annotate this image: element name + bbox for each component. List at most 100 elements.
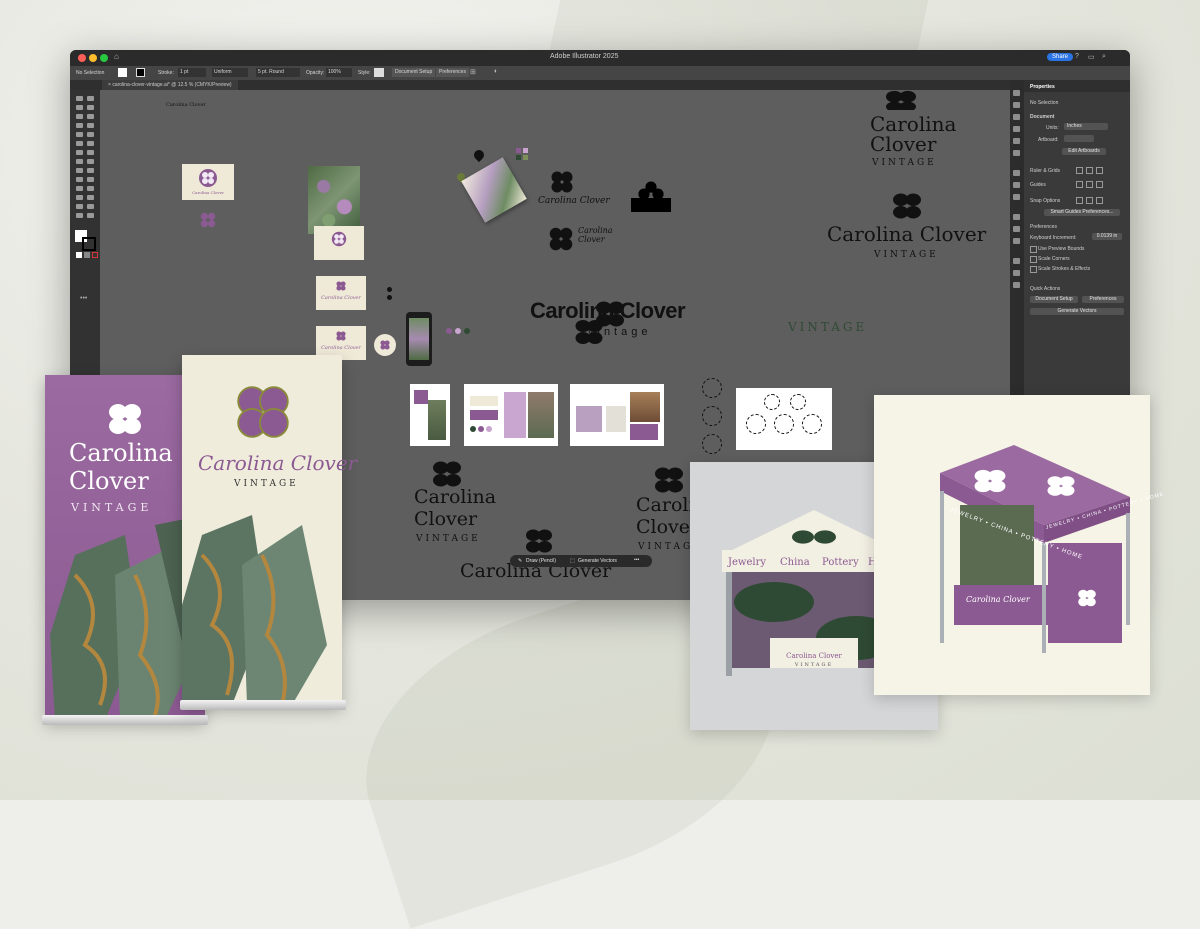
scale-corners-checkbox[interactable] [1030,256,1037,263]
pencil-icon[interactable]: ✎ [518,558,522,564]
edit-artboards-button[interactable]: Edit Artboards [1062,148,1106,155]
small-logo-card[interactable] [314,226,364,260]
help-icon[interactable]: ? [1075,53,1079,60]
close-window-button[interactable] [78,54,86,62]
gradient-tool-icon[interactable] [87,177,94,182]
pixel-grid-toggle-icon[interactable] [1096,167,1103,174]
selection-tool-icon[interactable] [76,96,83,101]
document-tab[interactable]: × carolina-clover-vintage.ai* @ 12.5 % (… [102,80,238,90]
shaper-tool-icon[interactable] [76,141,83,146]
recolor-icon[interactable]: ◐ [494,68,498,75]
ruler-toggle-icon[interactable] [1076,167,1083,174]
minimize-window-button[interactable] [89,54,97,62]
more-options-icon[interactable]: ••• [634,557,639,563]
share-button[interactable]: Share [1047,53,1074,61]
snap-to-point-icon[interactable] [1076,197,1083,204]
transform-panel-icon[interactable] [1013,282,1020,288]
small-logo-card[interactable]: Carolina Clover [316,276,366,310]
stroke-weight-field[interactable]: 1 pt [178,68,206,77]
graphic-styles-panel-icon[interactable] [1013,150,1020,156]
maximize-window-button[interactable] [100,54,108,62]
preferences-button[interactable]: Preferences [436,68,469,77]
perspective-grid-tool-icon[interactable] [87,168,94,173]
lasso-tool-icon[interactable] [87,105,94,110]
blend-tool-icon[interactable] [87,186,94,191]
more-tools-icon[interactable]: ••• [80,295,87,302]
snap-to-pixel-icon[interactable] [1096,197,1103,204]
rectangle-tool-icon[interactable] [76,132,83,137]
line-tool-icon[interactable] [87,123,94,128]
opacity-field[interactable]: 100% [326,68,352,77]
home-icon[interactable]: ⌂ [114,52,119,61]
magic-wand-tool-icon[interactable] [76,105,83,110]
generate-vectors-icon[interactable]: ⬚ [570,558,575,564]
grid-toggle-icon[interactable] [1086,167,1093,174]
round-badge[interactable] [374,334,396,356]
swatches-panel-icon[interactable] [1013,114,1020,120]
variable-width-dropdown[interactable]: Uniform [212,68,248,77]
shape-builder-tool-icon[interactable] [76,168,83,173]
transparency-panel-icon[interactable] [1013,194,1020,200]
fill-swatch[interactable] [118,68,127,77]
floral-photo-pattern[interactable] [308,166,360,234]
stroke-swatch[interactable] [136,68,145,77]
rotate-tool-icon[interactable] [76,150,83,155]
curvature-tool-icon[interactable] [87,114,94,119]
generate-vectors-button[interactable]: Generate Vectors [578,558,617,564]
graph-tool-icon[interactable] [87,195,94,200]
artboard-selector[interactable] [1064,135,1094,142]
guides-toggle-icon[interactable] [1076,181,1083,188]
slice-tool-icon[interactable] [87,204,94,209]
document-setup-quick-button[interactable]: Document Setup [1030,296,1078,303]
properties-tab[interactable]: Properties [1030,84,1055,90]
smart-guides-icon[interactable] [1096,181,1103,188]
brush-dropdown[interactable]: 5 pt. Round [256,68,300,77]
gradient-mode-icon[interactable] [84,252,90,258]
brand-guidelines-sheet[interactable] [464,384,558,446]
properties-panel-icon[interactable] [1013,90,1020,96]
libraries-panel-icon[interactable] [1013,102,1020,108]
units-dropdown[interactable]: Inches [1064,123,1108,130]
logo-business-card[interactable]: Carolina Clover [182,164,234,200]
symbol-sprayer-tool-icon[interactable] [76,195,83,200]
stroke-color-icon[interactable] [82,237,96,251]
search-icon[interactable]: ⌕ [1102,53,1106,61]
scale-strokes-checkbox[interactable] [1030,266,1037,273]
generate-vectors-quick-button[interactable]: Generate Vectors [1030,308,1124,315]
badge-sheet[interactable] [736,388,832,450]
brushes-panel-icon[interactable] [1013,126,1020,132]
pathfinder-panel-icon[interactable] [1013,270,1020,276]
brand-guidelines-sheet[interactable] [570,384,664,446]
lock-guides-icon[interactable] [1086,181,1093,188]
draw-pencil-button[interactable]: Draw (Pencil) [526,558,556,564]
appearance-panel-icon[interactable] [1013,214,1020,220]
zoom-tool-icon[interactable] [87,213,94,218]
none-mode-icon[interactable] [92,252,98,258]
paintbrush-tool-icon[interactable] [87,132,94,137]
use-preview-bounds-checkbox[interactable] [1030,246,1037,253]
smart-guides-preferences-button[interactable]: Smart Guides Preferences... [1044,209,1120,216]
free-transform-tool-icon[interactable] [87,159,94,164]
document-setup-button[interactable]: Document Setup [392,68,436,77]
snap-to-grid-icon[interactable] [1086,197,1093,204]
direct-selection-tool-icon[interactable] [87,96,94,101]
type-tool-icon[interactable] [76,123,83,128]
gradient-panel-icon[interactable] [1013,182,1020,188]
eyedropper-tool-icon[interactable] [76,186,83,191]
align-panel-icon[interactable] [1013,258,1020,264]
layers-panel-icon[interactable] [1013,226,1020,232]
scale-tool-icon[interactable] [87,150,94,155]
brand-sheet[interactable] [410,384,450,446]
arrange-icon[interactable]: ⊞ [470,68,476,76]
color-mode-icon[interactable] [76,252,82,258]
keyboard-increment-field[interactable]: 0.0139 in [1092,233,1122,240]
phone-mockup[interactable] [406,312,432,366]
symbols-panel-icon[interactable] [1013,138,1020,144]
rotated-photo-card[interactable] [461,157,527,223]
graphic-style-swatch[interactable] [374,68,384,77]
width-tool-icon[interactable] [76,159,83,164]
artboard-tool-icon[interactable] [76,204,83,209]
preferences-quick-button[interactable]: Preferences [1082,296,1124,303]
workspace-icon[interactable]: ▭ [1088,53,1095,61]
pen-tool-icon[interactable] [76,114,83,119]
